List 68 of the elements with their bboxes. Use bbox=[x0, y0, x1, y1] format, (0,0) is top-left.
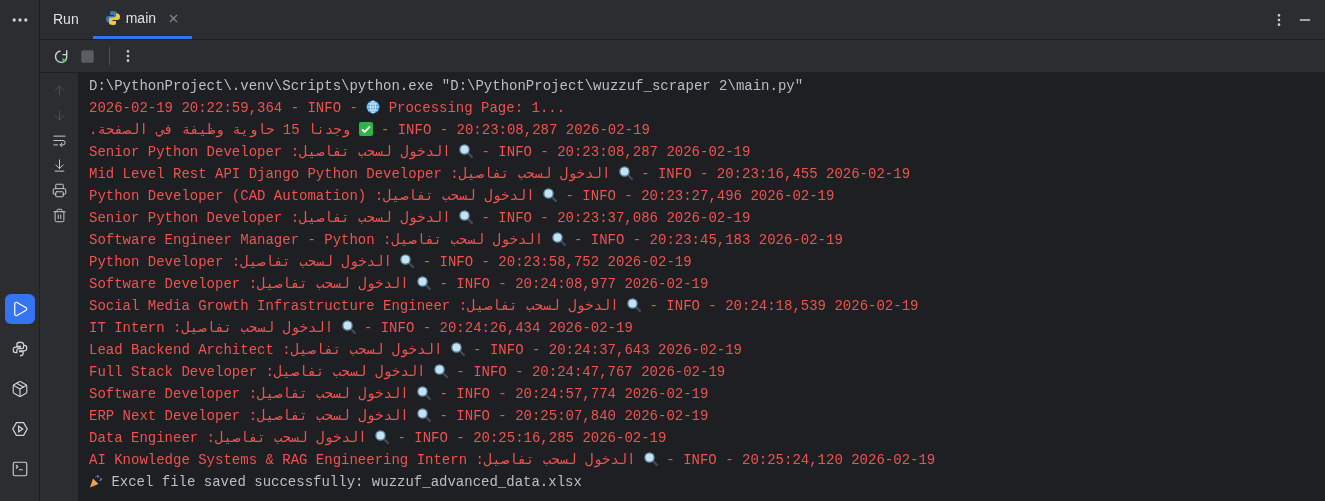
log-message: الدخول لسحب تفاصيل: Data Engineer bbox=[89, 430, 368, 446]
package-icon bbox=[10, 380, 29, 398]
printer-icon bbox=[51, 182, 67, 198]
log-prefix: 2026-02-19 20:24:26,434 - INFO - bbox=[362, 320, 633, 336]
log-message: الدخول لسحب تفاصيل: ERP Next Developer bbox=[89, 408, 410, 424]
rerun-icon bbox=[52, 47, 70, 65]
log-message: الدخول لسحب تفاصيل: Senior Python Developer bbox=[89, 210, 452, 226]
tool-window-title: Run bbox=[53, 10, 79, 29]
log-message: الدخول لسحب تفاصيل: Lead Backend Architect bbox=[89, 342, 444, 358]
log-prefix: 2026-02-19 20:22:59,364 - INFO - bbox=[89, 100, 359, 116]
log-message: وجدنا 15 حاوية وظيفة في الصفحة. bbox=[89, 122, 352, 138]
terminal-icon bbox=[10, 460, 29, 478]
magnifier-icon bbox=[341, 320, 356, 334]
log-prefix: 2026-02-19 20:23:45,183 - INFO - bbox=[572, 232, 843, 248]
log-prefix: 2026-02-19 20:25:24,120 - INFO - bbox=[665, 452, 936, 468]
magnifier-icon bbox=[417, 408, 432, 422]
log-message: الدخول لسحب تفاصيل: Software Developer bbox=[89, 386, 410, 402]
hexagon-play-icon bbox=[10, 420, 29, 438]
globe-icon bbox=[366, 100, 381, 114]
log-prefix: 2026-02-19 20:24:18,539 - INFO - bbox=[648, 298, 919, 314]
magnifier-icon bbox=[459, 210, 474, 224]
log-message: Processing Page: 1... bbox=[387, 100, 566, 116]
log-message: الدخول لسحب تفاصيل: IT Intern bbox=[89, 320, 335, 336]
party-popper-icon bbox=[89, 474, 103, 488]
log-message: الدخول لسحب تفاصيل: Full Stack Developer bbox=[89, 364, 427, 380]
log-prefix: 2026-02-19 20:23:58,752 - INFO - bbox=[421, 254, 692, 270]
log-prefix: 2026-02-19 20:24:37,643 - INFO - bbox=[472, 342, 742, 358]
magnifier-icon bbox=[627, 298, 642, 312]
down-arrow-icon bbox=[51, 107, 67, 123]
check-mark-icon bbox=[358, 122, 373, 136]
run-tool-button[interactable] bbox=[4, 294, 35, 324]
log-prefix: 2026-02-19 20:25:16,285 - INFO - bbox=[396, 430, 667, 446]
wrap-text-icon bbox=[51, 132, 67, 148]
log-message: الدخول لسحب تفاصيل: Senior Python Developer bbox=[89, 144, 452, 160]
log-prefix: 2026-02-19 20:23:08,287 - INFO - bbox=[480, 144, 751, 160]
log-message: الدخول لسحب تفاصيل: Software Engineer Manager - Python bbox=[89, 232, 545, 248]
magnifier-icon bbox=[551, 232, 566, 246]
log-prefix: 2026-02-19 20:23:16,455 - INFO - bbox=[640, 166, 911, 182]
magnifier-icon bbox=[433, 364, 448, 378]
magnifier-icon bbox=[459, 144, 474, 158]
log-prefix: 2026-02-19 20:23:08,287 - INFO - bbox=[379, 122, 650, 138]
snake-logo-icon bbox=[10, 340, 29, 358]
command-text: D:\PythonProject\.venv\Scripts\python.exe "D:\PythonProject\wuzzuf_scraper 2\main.py" bbox=[89, 78, 804, 94]
magnifier-icon bbox=[618, 166, 633, 180]
magnifier-icon bbox=[400, 254, 415, 268]
result-message: Excel file saved successfully: wuzzuf_advanced_data.xlsx bbox=[110, 474, 582, 490]
log-message: الدخول لسحب تفاصيل: Mid Level Rest API Django Python Developer bbox=[89, 166, 612, 182]
log-message: الدخول لسحب تفاصيل: Social Media Growth Infrastructure Engineer bbox=[89, 298, 620, 314]
run-tab[interactable]: main bbox=[92, 0, 193, 39]
log-prefix: 2026-02-19 20:24:47,767 - INFO - bbox=[455, 364, 726, 380]
log-prefix: 2026-02-19 20:25:07,840 - INFO - bbox=[438, 408, 709, 424]
log-prefix: 2026-02-19 20:24:08,977 - INFO - bbox=[438, 276, 709, 292]
log-message: الدخول لسحب تفاصيل: Python Developer bbox=[89, 254, 393, 270]
log-prefix: 2026-02-19 20:23:37,086 - INFO - bbox=[480, 210, 751, 226]
magnifier-icon bbox=[450, 342, 465, 356]
trash-icon bbox=[51, 207, 67, 223]
python-file-icon bbox=[104, 10, 121, 26]
log-message: الدخول لسحب تفاصيل: Python Developer (CAD Automation) bbox=[89, 188, 536, 204]
stop-icon bbox=[79, 48, 95, 64]
magnifier-icon bbox=[417, 276, 432, 290]
magnifier-icon bbox=[543, 188, 558, 202]
log-prefix: 2026-02-19 20:24:57,774 - INFO - bbox=[438, 386, 709, 402]
log-message: الدخول لسحب تفاصيل: AI Knowledge Systems & RAG Engineering Intern bbox=[89, 452, 637, 468]
magnifier-icon bbox=[375, 430, 390, 444]
magnifier-icon bbox=[417, 386, 432, 400]
log-prefix: 2026-02-19 20:23:27,496 - INFO - bbox=[564, 188, 835, 204]
log-message: الدخول لسحب تفاصيل: Software Developer bbox=[89, 276, 410, 292]
magnifier-icon bbox=[643, 452, 658, 466]
